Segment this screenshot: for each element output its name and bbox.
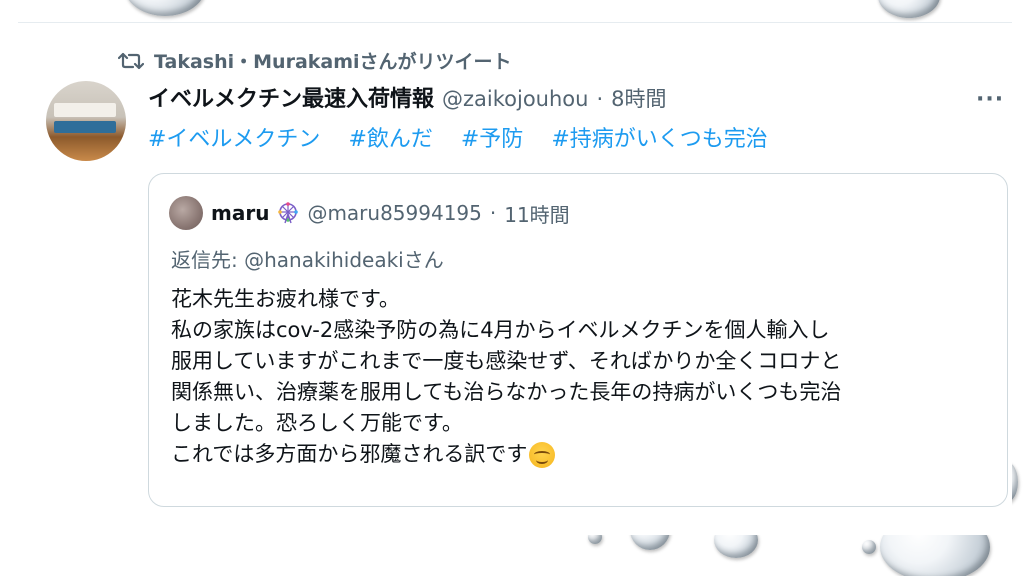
quoted-tweet-text: 花木先生お疲れ様です。 私の家族はcov-2感染予防の為に4月からイベルメクチン… [171,284,841,470]
more-options-icon[interactable]: ··· [976,87,1004,112]
quoted-text-line: しました。恐ろしく万能です。 [171,411,463,435]
quoted-text-line: 花木先生お疲れ様です。 [171,287,400,311]
quoted-timestamp[interactable]: 11時間 [504,199,569,228]
water-drop-decoration [862,540,876,554]
separator-dot: · [489,201,497,225]
quoted-text-line: 関係無い、治療薬を服用しても治らなかった長年の持病がいくつも完治 [171,380,842,404]
quoted-avatar[interactable] [169,196,203,230]
water-drop-decoration [878,0,940,18]
quoted-display-name[interactable]: maru [211,201,269,225]
tweet-timestamp[interactable]: 8時間 [611,83,666,113]
quoted-tweet-header: maru @maru85994195 · 11時間 [169,196,570,230]
hashtag-list: #イベルメクチン #飲んだ #予防 #持病がいくつも完治 [148,121,768,153]
reply-to-label: 返信先: @hanakihideakiさん [171,248,444,272]
retweet-icon [118,52,144,69]
water-drop-decoration [125,0,205,16]
hashtag-link[interactable]: #イベルメクチン [148,121,320,153]
hashtag-link[interactable]: #飲んだ [348,121,432,153]
tweet-card[interactable]: Takashi・Murakamiさんがリツイート イベルメクチン最速入荷情報 @… [18,22,1012,535]
retweet-label[interactable]: Takashi・Murakamiさんがリツイート [154,47,512,74]
quoted-text-line-last: これでは多方面から邪魔される訳です [171,439,841,470]
tweet-header: イベルメクチン最速入荷情報 @zaikojouhou · 8時間 [148,81,667,113]
user-handle[interactable]: @zaikojouhou [442,87,588,111]
avatar-detail [54,121,116,133]
avatar[interactable] [46,81,126,161]
screenshot-stage: Takashi・Murakamiさんがリツイート イベルメクチン最速入荷情報 @… [0,0,1024,576]
separator-dot: · [596,87,604,111]
hashtag-link[interactable]: #予防 [461,121,523,153]
quoted-text-line: 私の家族はcov-2感染予防の為に4月からイベルメクチンを個人輸入し [171,318,830,342]
quoted-text-line: 服用していますがこれまで一度も感染せず、そればかりか全くコロナと [171,349,842,373]
display-name[interactable]: イベルメクチン最速入荷情報 [148,81,434,113]
ferris-wheel-icon [278,202,299,224]
quoted-user-handle[interactable]: @maru85994195 [307,201,481,225]
hashtag-link[interactable]: #持病がいくつも完治 [551,121,767,153]
smiling-face-icon [529,441,556,468]
quoted-text-segment: これでは多方面から邪魔される訳です [171,442,528,466]
retweet-context[interactable]: Takashi・Murakamiさんがリツイート [118,47,512,74]
avatar-detail [54,103,116,117]
quoted-tweet[interactable]: maru @maru85994195 · 11時間 返信先: @hanakihi… [148,173,1008,507]
